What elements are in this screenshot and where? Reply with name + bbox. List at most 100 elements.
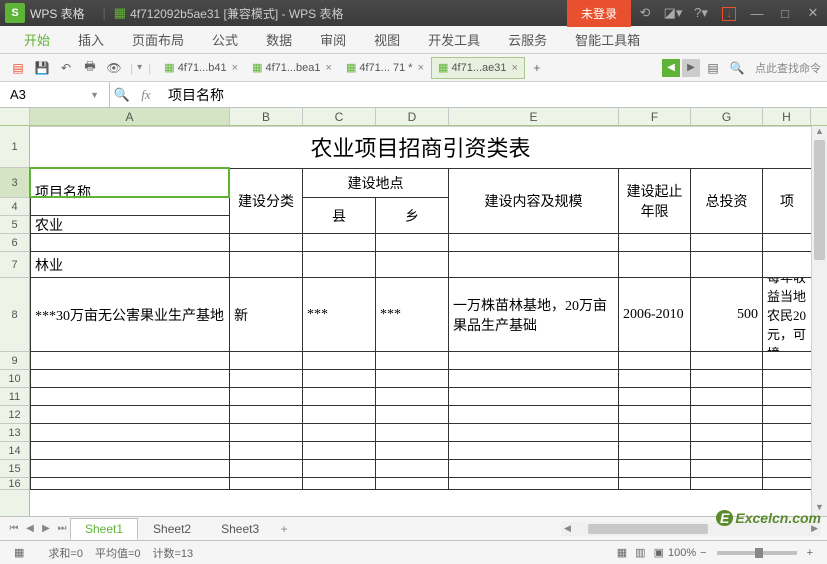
cell[interactable]: [230, 234, 303, 252]
row-header[interactable]: 1: [0, 126, 29, 168]
menu-tools[interactable]: 智能工具箱: [561, 30, 654, 49]
cell[interactable]: [763, 478, 811, 490]
col-header[interactable]: H: [763, 108, 811, 125]
cell[interactable]: [230, 252, 303, 278]
row-header[interactable]: 10: [0, 370, 29, 388]
cell[interactable]: [691, 234, 763, 252]
maximize-button[interactable]: □: [771, 6, 799, 21]
cell[interactable]: [230, 352, 303, 370]
file-tab[interactable]: ▦4f71... 71 *×: [339, 57, 431, 79]
cell[interactable]: [30, 370, 230, 388]
cell[interactable]: ***: [303, 278, 376, 352]
col-header[interactable]: E: [449, 108, 619, 125]
col-header[interactable]: A: [30, 108, 230, 125]
cell[interactable]: [763, 442, 811, 460]
cell[interactable]: [449, 406, 619, 424]
cell[interactable]: [230, 460, 303, 478]
col-header[interactable]: D: [376, 108, 449, 125]
col-header[interactable]: B: [230, 108, 303, 125]
row-header[interactable]: 14: [0, 442, 29, 460]
row-header[interactable]: 6: [0, 234, 29, 252]
cell[interactable]: [763, 352, 811, 370]
zoom-level[interactable]: 100%: [668, 547, 696, 559]
cell[interactable]: [30, 442, 230, 460]
cell[interactable]: [449, 352, 619, 370]
file-tab[interactable]: ▦4f71...bea1×: [245, 57, 339, 79]
new-icon[interactable]: ▤: [8, 58, 28, 78]
cell[interactable]: 建设分类: [230, 168, 303, 234]
menu-formula[interactable]: 公式: [198, 30, 252, 49]
cell[interactable]: [619, 388, 691, 406]
cell[interactable]: [230, 442, 303, 460]
sheet-tab[interactable]: Sheet3: [206, 518, 274, 540]
cell[interactable]: [303, 460, 376, 478]
cell[interactable]: [230, 370, 303, 388]
zoom-in-icon[interactable]: +: [807, 547, 813, 559]
sync-icon[interactable]: ⟲: [631, 5, 659, 21]
close-tab-icon[interactable]: ×: [232, 62, 238, 74]
view-normal-icon[interactable]: ▦: [617, 546, 627, 559]
cell[interactable]: [376, 234, 449, 252]
scroll-thumb[interactable]: [814, 140, 825, 260]
cell[interactable]: ***30万亩无公害果业生产基地: [30, 278, 230, 352]
close-button[interactable]: ✕: [799, 5, 827, 21]
menu-cloud[interactable]: 云服务: [494, 30, 561, 49]
cell[interactable]: [619, 460, 691, 478]
cell[interactable]: [376, 252, 449, 278]
row-header[interactable]: 15: [0, 460, 29, 478]
cell-reference[interactable]: A3▼: [0, 82, 110, 107]
cell[interactable]: 一万株苗林基地，20万亩果品生产基础: [449, 278, 619, 352]
menu-dev[interactable]: 开发工具: [414, 30, 494, 49]
cell[interactable]: [763, 388, 811, 406]
cell[interactable]: [376, 352, 449, 370]
cell[interactable]: 500: [691, 278, 763, 352]
cell[interactable]: [303, 252, 376, 278]
cell[interactable]: 建设内容及规模: [449, 168, 619, 234]
cell[interactable]: [691, 460, 763, 478]
search-placeholder[interactable]: 点此查找命令: [755, 60, 821, 76]
cell[interactable]: [619, 234, 691, 252]
login-button[interactable]: 未登录: [567, 0, 631, 27]
cell[interactable]: [376, 478, 449, 490]
cell[interactable]: [691, 252, 763, 278]
zoom-out-icon[interactable]: −: [700, 547, 706, 559]
cell[interactable]: [30, 478, 230, 490]
formula-search-icon[interactable]: 🔍: [110, 87, 134, 103]
cell[interactable]: [376, 388, 449, 406]
fx-icon[interactable]: fx: [134, 87, 158, 103]
cell[interactable]: 林业: [30, 252, 230, 278]
cell[interactable]: [230, 388, 303, 406]
cell[interactable]: [30, 424, 230, 442]
scroll-up-icon[interactable]: ▲: [812, 126, 827, 140]
menu-start[interactable]: 开始: [10, 30, 64, 49]
file-tab-active[interactable]: ▦4f71...ae31×: [431, 57, 525, 79]
row-header[interactable]: 5: [0, 216, 29, 234]
menu-layout[interactable]: 页面布局: [118, 30, 198, 49]
cell[interactable]: 新: [230, 278, 303, 352]
cell[interactable]: [763, 406, 811, 424]
status-doc-icon[interactable]: ▦: [14, 546, 24, 559]
cell[interactable]: [230, 424, 303, 442]
cell[interactable]: [619, 442, 691, 460]
cell[interactable]: [619, 406, 691, 424]
sheet-first-icon[interactable]: ⏮: [6, 523, 22, 534]
cell[interactable]: [303, 442, 376, 460]
vertical-scrollbar[interactable]: ▲ ▼: [811, 126, 827, 516]
row-header[interactable]: 12: [0, 406, 29, 424]
cell[interactable]: [303, 406, 376, 424]
close-tab-icon[interactable]: ×: [418, 62, 424, 74]
scroll-thumb[interactable]: [588, 524, 708, 534]
list-icon[interactable]: ▤: [703, 58, 723, 78]
col-header[interactable]: G: [691, 108, 763, 125]
cell[interactable]: [449, 442, 619, 460]
view-page-icon[interactable]: ▥: [635, 546, 645, 559]
cell[interactable]: [619, 352, 691, 370]
cell[interactable]: [763, 252, 811, 278]
cell[interactable]: [376, 406, 449, 424]
cell[interactable]: 乡: [376, 198, 449, 234]
col-header[interactable]: C: [303, 108, 376, 125]
cell[interactable]: 总投资: [691, 168, 763, 234]
row-header[interactable]: 3: [0, 168, 29, 198]
print-icon[interactable]: 🖶: [80, 58, 100, 78]
row-header[interactable]: 13: [0, 424, 29, 442]
